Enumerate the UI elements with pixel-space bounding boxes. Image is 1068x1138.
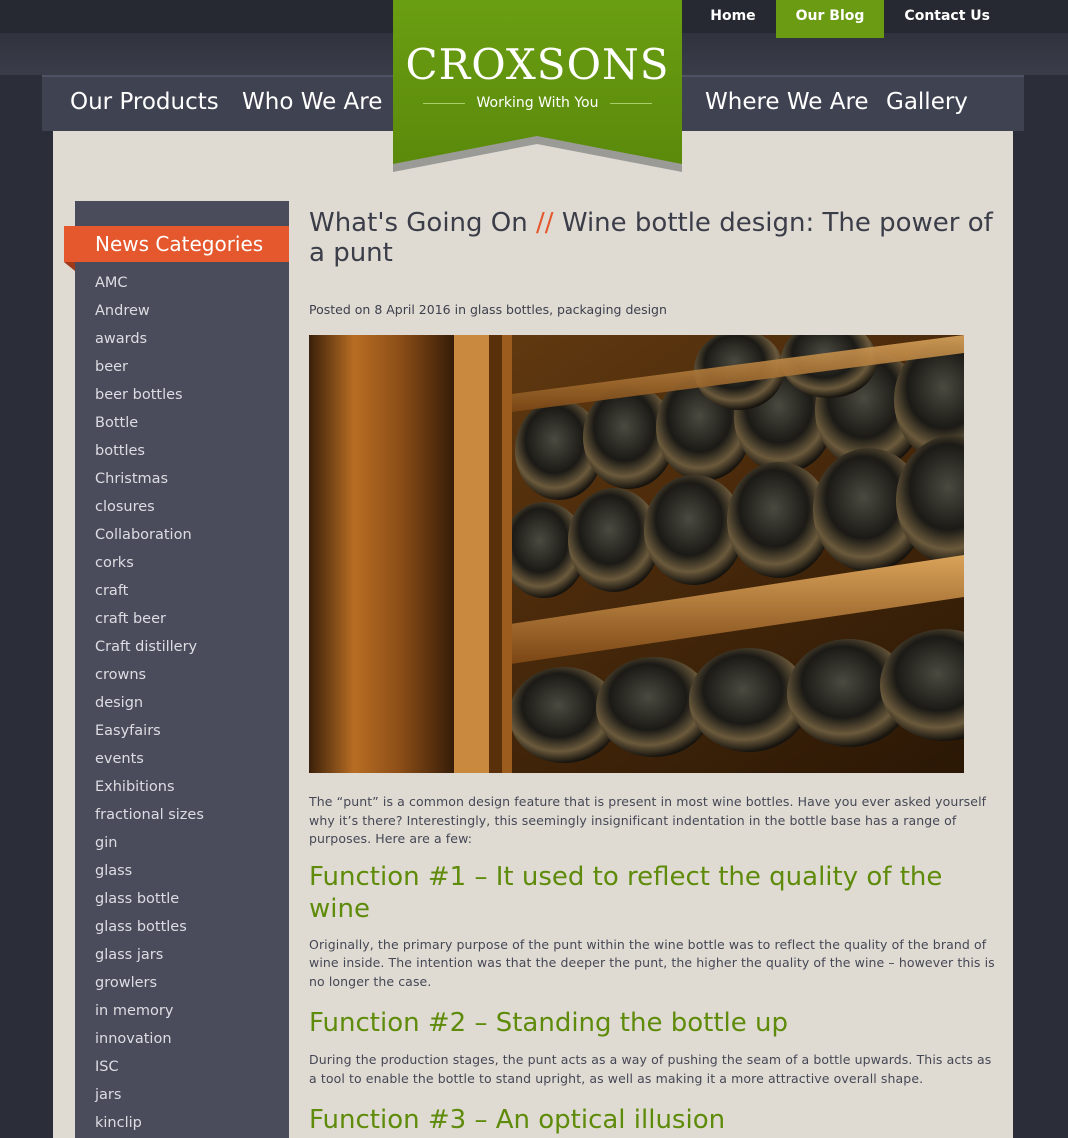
category-link[interactable]: awards bbox=[95, 325, 204, 353]
tagline-rule-right bbox=[610, 103, 652, 104]
croxsons-logo[interactable]: CROXSONS Working With You bbox=[393, 0, 682, 172]
category-link[interactable]: kinclip bbox=[95, 1109, 204, 1137]
category-link[interactable]: Christmas bbox=[95, 465, 204, 493]
title-separator: // bbox=[536, 208, 554, 238]
category-link[interactable]: events bbox=[95, 745, 204, 773]
category-link[interactable]: glass bottles bbox=[95, 913, 204, 941]
category-link[interactable]: innovation bbox=[95, 1025, 204, 1053]
category-link[interactable]: glass jars bbox=[95, 941, 204, 969]
heading-fold bbox=[64, 262, 75, 271]
category-link[interactable]: glass bbox=[95, 857, 204, 885]
top-link-home[interactable]: Home bbox=[690, 0, 775, 38]
nav-our-products[interactable]: Our Products bbox=[70, 77, 219, 131]
category-link[interactable]: craft bbox=[95, 577, 204, 605]
category-link[interactable]: beer bottles bbox=[95, 381, 204, 409]
blog-article: What's Going On // Wine bottle design: T… bbox=[309, 208, 999, 1136]
post-categories[interactable]: glass bottles, packaging design bbox=[470, 302, 667, 317]
post-meta: Posted on 8 April 2016 in glass bottles,… bbox=[309, 302, 999, 317]
category-link[interactable]: Exhibitions bbox=[95, 773, 204, 801]
category-link[interactable]: Craft distillery bbox=[95, 633, 204, 661]
category-link[interactable]: fractional sizes bbox=[95, 801, 204, 829]
category-link[interactable]: Collaboration bbox=[95, 521, 204, 549]
nav-gallery[interactable]: Gallery bbox=[886, 77, 968, 131]
top-link-our-blog[interactable]: Our Blog bbox=[775, 0, 885, 38]
category-link[interactable]: bottles bbox=[95, 437, 204, 465]
category-link[interactable]: jars bbox=[95, 1081, 204, 1109]
function-1-heading: Function #1 – It used to reflect the qua… bbox=[309, 861, 943, 924]
top-links: Home Our Blog Contact Us bbox=[690, 0, 1010, 38]
function-2-body: During the production stages, the punt a… bbox=[309, 1052, 992, 1086]
intro-paragraph: The “punt” is a common design feature th… bbox=[309, 794, 987, 846]
category-link[interactable]: Andrew bbox=[95, 297, 204, 325]
article-title: What's Going On // Wine bottle design: T… bbox=[309, 208, 999, 268]
category-link[interactable]: AMC bbox=[95, 269, 204, 297]
category-link[interactable]: glass bottle bbox=[95, 885, 204, 913]
top-link-contact-us[interactable]: Contact Us bbox=[884, 0, 1010, 38]
category-list: AMC Andrew awards beer beer bottles Bott… bbox=[95, 269, 204, 1137]
nav-who-we-are[interactable]: Who We Are bbox=[242, 77, 382, 131]
category-link[interactable]: Bottle bbox=[95, 409, 204, 437]
wine-cellar-image bbox=[309, 335, 964, 773]
logo-wordmark: CROXSONS bbox=[405, 40, 670, 89]
meta-prefix: Posted on bbox=[309, 302, 371, 317]
function-3-heading: Function #3 – An optical illusion bbox=[309, 1105, 726, 1135]
post-date[interactable]: 8 April 2016 bbox=[374, 302, 450, 317]
news-categories-heading: News Categories bbox=[64, 226, 289, 262]
category-link[interactable]: growlers bbox=[95, 969, 204, 997]
category-link[interactable]: Easyfairs bbox=[95, 717, 204, 745]
category-link[interactable]: gin bbox=[95, 829, 204, 857]
wine-cellar-illustration bbox=[309, 335, 964, 773]
function-2-heading: Function #2 – Standing the bottle up bbox=[309, 1008, 788, 1038]
category-link[interactable]: in memory bbox=[95, 997, 204, 1025]
category-link[interactable]: corks bbox=[95, 549, 204, 577]
category-link[interactable]: ISC bbox=[95, 1053, 204, 1081]
section-label: What's Going On bbox=[309, 208, 528, 238]
nav-where-we-are[interactable]: Where We Are bbox=[705, 77, 869, 131]
category-link[interactable]: closures bbox=[95, 493, 204, 521]
function-1-body: Originally, the primary purpose of the p… bbox=[309, 936, 995, 989]
category-link[interactable]: beer bbox=[95, 353, 204, 381]
meta-in: in bbox=[454, 302, 466, 317]
category-link[interactable]: craft beer bbox=[95, 605, 204, 633]
category-link[interactable]: design bbox=[95, 689, 204, 717]
category-link[interactable]: crowns bbox=[95, 661, 204, 689]
